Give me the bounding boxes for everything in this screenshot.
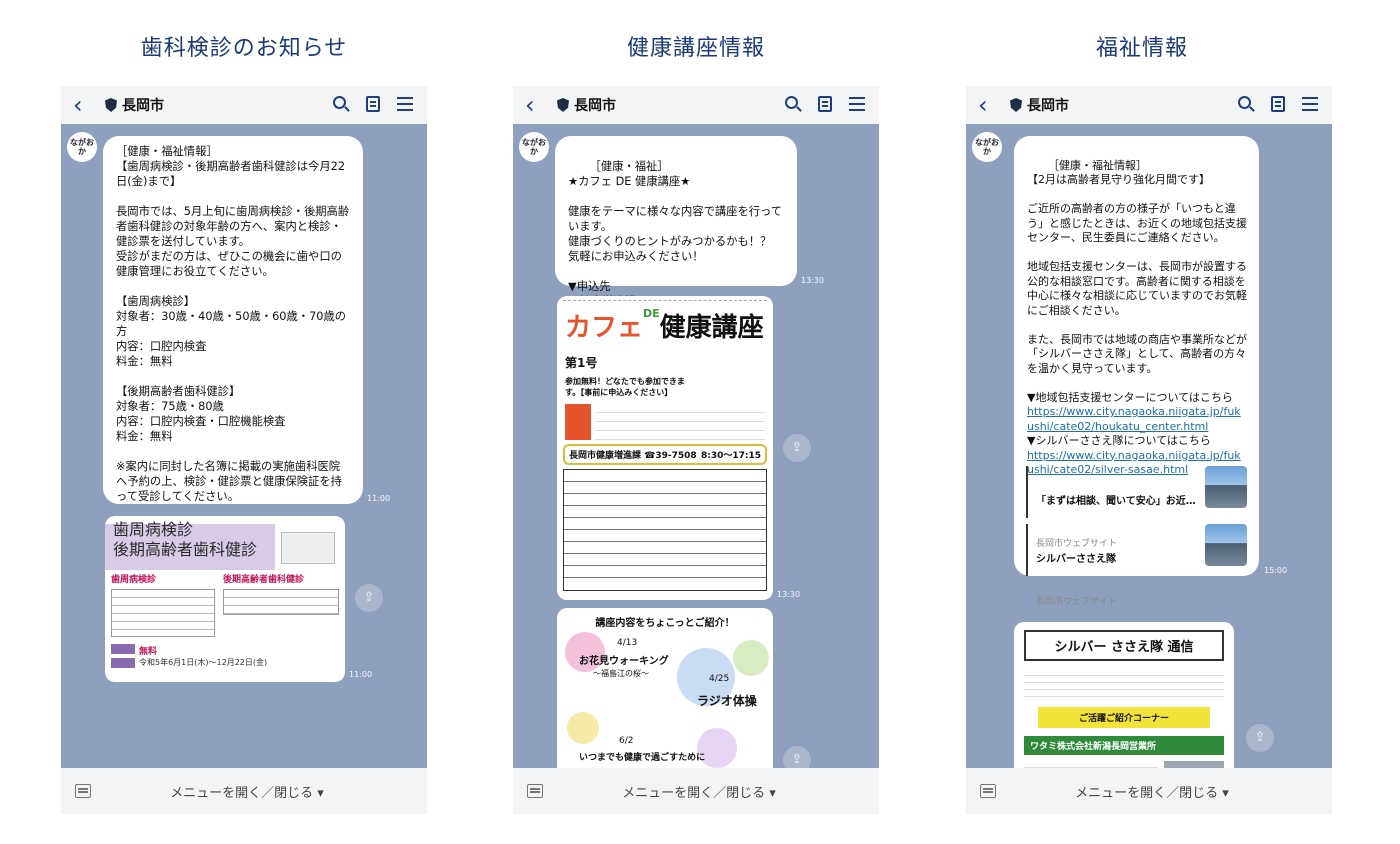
fee-free-label: 無料	[139, 647, 158, 657]
flyer-title-cafe: カフェ	[565, 313, 644, 343]
back-chevron-icon[interactable]: ‹	[525, 93, 547, 117]
message-bubble[interactable]: ［健康・福祉情報］ 【2月は高齢者見守り強化月間です】 ご近所の高齢者の方の様子…	[1014, 136, 1259, 607]
share-icon[interactable]: ⇪	[355, 584, 383, 612]
back-chevron-icon[interactable]: ‹	[978, 93, 1000, 117]
lecture-intro-image[interactable]: 講座内容をちょこっとご紹介！ 4/13 お花見ウォーキング 〜福島江の桜〜 4/…	[557, 608, 773, 768]
account-name: 長岡市	[1027, 98, 1069, 114]
periodontal-heading: 歯周病検診	[111, 575, 157, 585]
center-link[interactable]: https://www.city.nagaoka.niigata.jp/fuku…	[1027, 405, 1241, 433]
flyer-title-de: DE	[643, 307, 660, 320]
issue-number: 第1号	[565, 356, 598, 370]
notes-icon[interactable]	[363, 94, 383, 114]
bottom-bar: メニューを開く／閉じる ▾	[966, 768, 1332, 814]
radio-date: 4/25	[709, 674, 730, 684]
health-date: 6/2	[619, 736, 634, 746]
phone-screen-health: ‹ 長岡市 ながおか ［健康・福祉］ ★カフェ DE 健康講座★ 健康をテーマに…	[513, 86, 879, 814]
elderly-dental-heading: 後期高齢者歯科健診	[223, 575, 305, 585]
preview-title: シルバーささえ隊	[1036, 554, 1116, 565]
keyboard-icon[interactable]	[75, 784, 91, 798]
avatar[interactable]: ながおか	[519, 132, 549, 162]
bottom-bar: メニューを開く／閉じる ▾	[513, 768, 879, 814]
message-text-2: ▼シルバーささえ隊についてはこちら	[1027, 434, 1211, 447]
menu-toggle-button[interactable]: メニューを開く／閉じる ▾	[996, 782, 1332, 801]
elderly-dental-table	[223, 589, 339, 615]
top-bar: ‹ 長岡市	[513, 86, 879, 124]
keyboard-icon[interactable]	[980, 784, 996, 798]
menu-icon[interactable]	[395, 94, 415, 114]
message-text: ［健康・福祉情報］ 【2月は高齢者見守り強化月間です】 ご近所の高齢者の方の様子…	[1027, 158, 1247, 404]
health-name: いつまでも健康で過ごすために	[579, 753, 706, 763]
bottom-bar: メニューを開く／閉じる ▾	[61, 768, 427, 814]
periodontal-table	[111, 589, 215, 637]
phone-screen-dental: ‹ 長岡市 ながおか ［健康・福祉情報］ 【歯周病検診・後期高齢者歯科健診は今月…	[61, 86, 427, 814]
menu-icon[interactable]	[1300, 94, 1320, 114]
notes-icon[interactable]	[815, 94, 835, 114]
preview-title: 「まずは相談、聞いて安心」お近くの…	[1036, 496, 1204, 507]
flyer-subtitle: 参加無料！どなたでも参加できます。【事前に申込みください】	[565, 377, 685, 397]
link-preview-center[interactable]: 「まずは相談、聞いて安心」お近くの… 長岡市ウェブサイト	[1026, 466, 1247, 549]
silver-newsletter-image[interactable]: シルバー ささえ隊 通信 ご活躍ご紹介コーナー ワタミ株式会社新潟長岡営業所	[1014, 622, 1234, 768]
schedule-table	[563, 469, 767, 591]
notes-icon[interactable]	[1268, 94, 1288, 114]
share-icon[interactable]: ⇪	[1246, 724, 1274, 752]
chat-area[interactable]: ながおか ［健康・福祉情報］ 【2月は高齢者見守り強化月間です】 ご近所の高齢者…	[966, 124, 1332, 768]
message-time: 15:00	[1264, 566, 1288, 575]
image-time: 11:00	[349, 670, 373, 679]
flyer-title-line2: 後期高齢者歯科健診	[113, 540, 258, 559]
shield-icon	[1010, 98, 1022, 112]
chat-area[interactable]: ながおか ［健康・福祉］ ★カフェ DE 健康講座★ 健康をテーマに様々な内容で…	[513, 124, 879, 768]
account-name: 長岡市	[122, 98, 164, 114]
newsletter-banner: ご活躍ご紹介コーナー	[1038, 707, 1210, 728]
keyboard-icon[interactable]	[527, 784, 543, 798]
message-time: 11:00	[367, 494, 391, 503]
message-time: 13:30	[801, 276, 825, 285]
link-preview-silver[interactable]: シルバーささえ隊 長岡市ウェブサイト	[1026, 524, 1247, 607]
message-bubble[interactable]: ［健康・福祉］ ★カフェ DE 健康講座★ 健康をテーマに様々な内容で講座を行っ…	[555, 136, 797, 308]
shield-icon	[105, 98, 117, 112]
search-icon[interactable]	[783, 94, 803, 114]
walk-name: お花見ウォーキング	[579, 656, 669, 667]
chat-area[interactable]: ながおか ［健康・福祉情報］ 【歯周病検診・後期高齢者歯科健診は今月22日(金)…	[61, 124, 427, 768]
panel-heading-dental: 歯科検診のお知らせ	[140, 36, 348, 61]
newsletter-title: シルバー ささえ隊 通信	[1024, 630, 1224, 661]
office-hours: 8:30〜17:15	[700, 451, 761, 461]
avatar[interactable]: ながおか	[67, 132, 97, 162]
search-icon[interactable]	[331, 94, 351, 114]
share-icon[interactable]: ⇪	[783, 434, 811, 462]
account-name: 長岡市	[574, 98, 616, 114]
panel-heading-health-lecture: 健康講座情報	[626, 36, 765, 61]
phone-screen-welfare: ‹ 長岡市 ながおか ［健康・福祉情報］ 【2月は高齢者見守り強化月間です】 ご…	[966, 86, 1332, 814]
period-label: 令和5年6月1日(木)〜12月22日(金)	[139, 658, 268, 667]
shield-icon	[557, 98, 569, 112]
newsletter-company: ワタミ株式会社新潟長岡営業所	[1024, 736, 1224, 755]
image-time: 13:30	[777, 590, 801, 599]
dental-flyer-image[interactable]: 歯周病検診 後期高齢者歯科健診 歯周病検診 後期高齢者歯科健診 無料 令和5年6…	[105, 516, 345, 682]
back-chevron-icon[interactable]: ‹	[73, 93, 95, 117]
message-text: ［健康・福祉］ ★カフェ DE 健康講座★ 健康をテーマに様々な内容で講座を行っ…	[568, 160, 783, 308]
menu-icon[interactable]	[847, 94, 867, 114]
top-bar: ‹ 長岡市	[966, 86, 1332, 124]
preview-thumbnail	[1205, 524, 1247, 566]
message-bubble[interactable]: ［健康・福祉情報］ 【歯周病検診・後期高齢者歯科健診は今月22日(金)まで】 長…	[103, 136, 363, 504]
share-icon[interactable]: ⇪	[783, 746, 811, 768]
contact-info: 長岡市健康増進課 ☎39-7508	[569, 451, 697, 461]
avatar[interactable]: ながおか	[972, 132, 1002, 162]
flyer-title-main: 健康講座	[659, 313, 764, 343]
menu-toggle-button[interactable]: メニューを開く／閉じる ▾	[91, 782, 427, 801]
flyer-title-line1: 歯周病検診	[113, 520, 194, 539]
walk-date: 4/13	[617, 638, 638, 648]
preview-site: 長岡市ウェブサイト	[1036, 597, 1118, 607]
walk-sub: 〜福島江の桜〜	[593, 669, 649, 678]
search-icon[interactable]	[1236, 94, 1256, 114]
menu-toggle-button[interactable]: メニューを開く／閉じる ▾	[543, 782, 879, 801]
preview-thumbnail	[1205, 466, 1247, 508]
intro-title: 講座内容をちょこっとご紹介！	[595, 618, 735, 629]
panel-heading-welfare: 福祉情報	[1095, 36, 1188, 61]
cafe-flyer-image[interactable]: カフェDE健康講座 第1号 参加無料！どなたでも参加できます。【事前に申込みくだ…	[557, 296, 773, 600]
radio-name: ラジオ体操	[697, 694, 757, 708]
top-bar: ‹ 長岡市	[61, 86, 427, 124]
